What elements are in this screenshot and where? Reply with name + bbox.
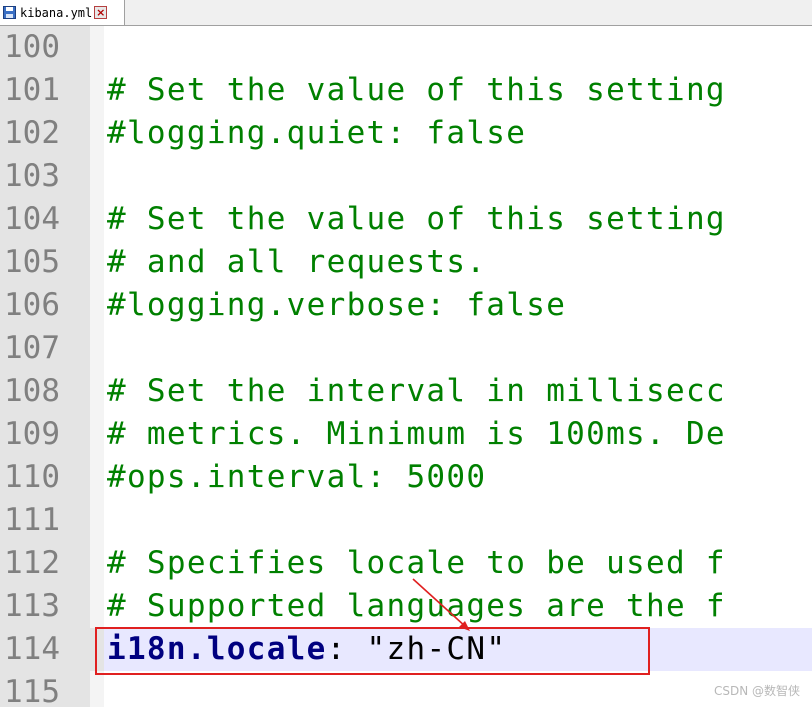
code-line[interactable]: 110 #ops.interval: 5000: [0, 456, 812, 499]
code-text: #logging.quiet: false: [107, 115, 527, 151]
code-text: # Set the interval in millisecc: [107, 373, 726, 409]
code-line[interactable]: 104 # Set the value of this setting: [0, 198, 812, 241]
code-text: # metrics. Minimum is 100ms. De: [107, 416, 726, 452]
line-number: 110: [4, 459, 60, 495]
code-line[interactable]: 100: [0, 26, 812, 69]
line-number: 102: [4, 115, 60, 151]
code-line[interactable]: 108 # Set the interval in millisecc: [0, 370, 812, 413]
code-line[interactable]: 115: [0, 671, 812, 714]
tab-kibana-yml[interactable]: kibana.yml ×: [0, 0, 125, 25]
code-line[interactable]: 101 # Set the value of this setting: [0, 69, 812, 112]
code-line[interactable]: 106 #logging.verbose: false: [0, 284, 812, 327]
line-number: 108: [4, 373, 60, 409]
line-number: 106: [4, 287, 60, 323]
code-line[interactable]: 103: [0, 155, 812, 198]
code-text: # Supported languages are the f: [107, 588, 726, 624]
line-number: 107: [4, 330, 60, 366]
code-text: # and all requests.: [107, 244, 487, 280]
tab-bar: kibana.yml ×: [0, 0, 812, 26]
line-number: 101: [4, 72, 60, 108]
annotation-highlight-box: [95, 627, 650, 675]
line-number: 105: [4, 244, 60, 280]
code-line[interactable]: 111: [0, 499, 812, 542]
line-number: 112: [4, 545, 60, 581]
code-line[interactable]: 113 # Supported languages are the f: [0, 585, 812, 628]
line-number: 100: [4, 29, 60, 65]
tab-label: kibana.yml: [20, 5, 93, 20]
code-text: #ops.interval: 5000: [107, 459, 487, 495]
code-text: # Specifies locale to be used f: [107, 545, 726, 581]
code-line[interactable]: 102 #logging.quiet: false: [0, 112, 812, 155]
line-number: 115: [4, 674, 60, 710]
code-text: # Set the value of this setting: [107, 72, 726, 108]
line-number: 113: [4, 588, 60, 624]
line-number: 104: [4, 201, 60, 237]
code-editor[interactable]: 100 101 # Set the value of this setting 102…: [0, 26, 812, 710]
code-text: #logging.verbose: false: [107, 287, 567, 323]
code-line[interactable]: 107: [0, 327, 812, 370]
line-number: 109: [4, 416, 60, 452]
line-number: 103: [4, 158, 60, 194]
code-line[interactable]: 112 # Specifies locale to be used f: [0, 542, 812, 585]
code-text: # Set the value of this setting: [107, 201, 726, 237]
watermark: CSDN @数智侠: [713, 684, 800, 698]
line-number: 114: [4, 631, 60, 667]
code-line[interactable]: 105 # and all requests.: [0, 241, 812, 284]
code-line[interactable]: 109 # metrics. Minimum is 100ms. De: [0, 413, 812, 456]
floppy-disk-icon: [3, 6, 16, 19]
line-number: 111: [4, 502, 60, 538]
close-icon[interactable]: ×: [94, 6, 108, 19]
